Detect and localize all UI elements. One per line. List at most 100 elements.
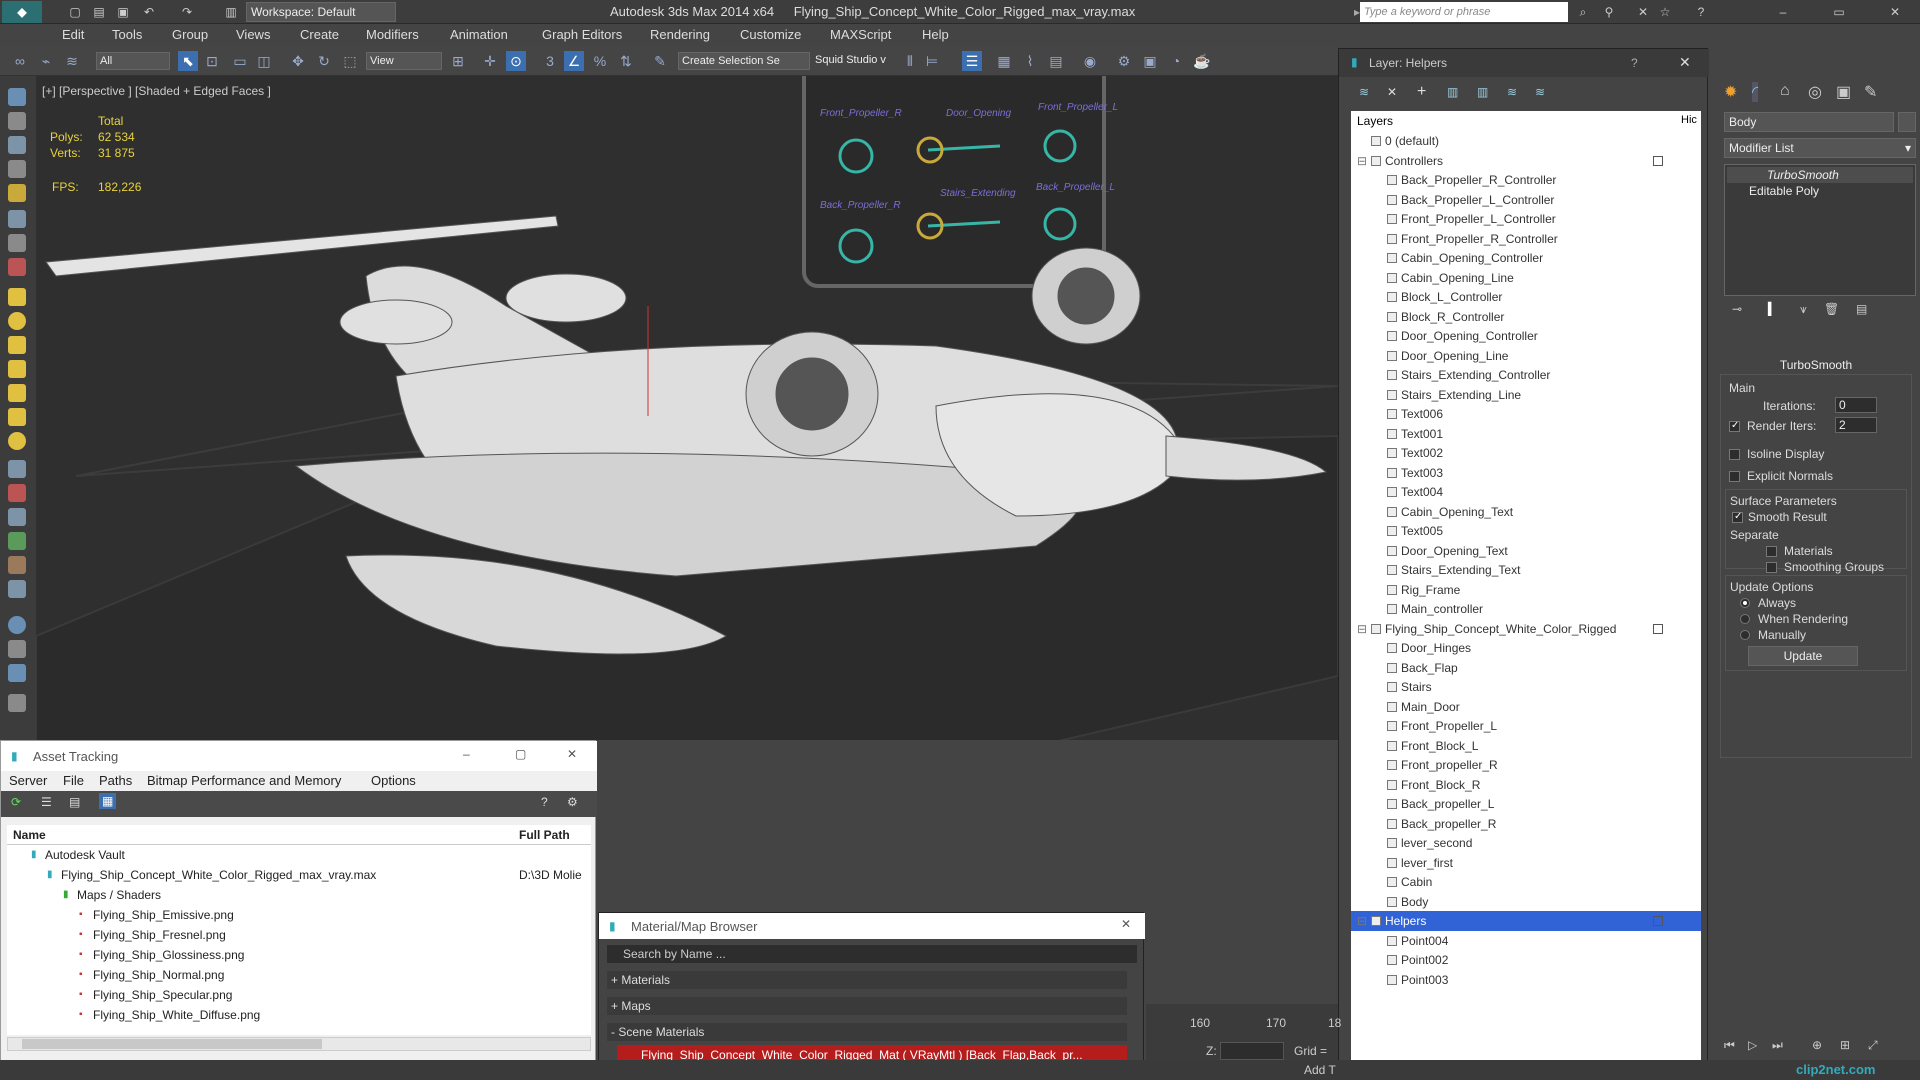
- snaps-toggle-icon[interactable]: 3: [540, 51, 560, 71]
- layer-row[interactable]: Cabin_Opening_Text: [1351, 502, 1701, 522]
- sphere-primitive-icon[interactable]: [8, 312, 26, 330]
- menu-customize[interactable]: Customize: [740, 27, 801, 42]
- undo-icon[interactable]: ↶: [140, 3, 158, 21]
- collapse-toggle-icon[interactable]: ⊟: [1357, 151, 1367, 171]
- explicit-normals-checkbox[interactable]: [1729, 471, 1740, 482]
- layer-close-icon[interactable]: ✕: [1679, 54, 1691, 71]
- edit-named-selection-icon[interactable]: ✎: [650, 51, 670, 71]
- layer-row[interactable]: Front_propeller_R: [1351, 755, 1701, 775]
- layer-row[interactable]: Stairs_Extending_Controller: [1351, 365, 1701, 385]
- play-icon[interactable]: ▷: [1748, 1038, 1757, 1052]
- isoline-display-checkbox[interactable]: [1729, 449, 1740, 460]
- layer-row[interactable]: Point004: [1351, 931, 1701, 951]
- layer-explorer-icon[interactable]: ☰: [962, 51, 982, 71]
- layer-row[interactable]: Main_Door: [1351, 697, 1701, 717]
- squid-studio-menu[interactable]: Squid Studio v: [812, 52, 896, 70]
- project-folder-icon[interactable]: ▥: [222, 3, 240, 21]
- asset-menu-server[interactable]: Server: [9, 773, 47, 788]
- scale-icon[interactable]: ⬚: [340, 51, 360, 71]
- remove-modifier-icon[interactable]: 🗑: [1824, 302, 1839, 316]
- menu-create[interactable]: Create: [300, 27, 339, 42]
- asset-menu-options[interactable]: Options: [371, 773, 416, 788]
- object-name-field[interactable]: Body: [1724, 112, 1894, 132]
- asset-row[interactable]: ▮ Flying_Ship_Concept_White_Color_Rigged_…: [7, 865, 591, 885]
- reference-coordinate-dropdown[interactable]: View: [366, 52, 442, 70]
- layer-row[interactable]: Text003: [1351, 463, 1701, 483]
- maps-section[interactable]: + Maps: [607, 997, 1127, 1015]
- hierarchy-tab-icon[interactable]: ⌂: [1780, 82, 1790, 100]
- layer-row[interactable]: Main_controller: [1351, 599, 1701, 619]
- tool-icon-8[interactable]: [8, 258, 26, 276]
- zoom-all-icon[interactable]: ⊞: [1840, 1038, 1850, 1052]
- layer-row[interactable]: Stairs_Extending_Line: [1351, 385, 1701, 405]
- layer-freeze-all-icon[interactable]: ≋: [1535, 85, 1545, 99]
- layer-create-icon[interactable]: +: [1417, 83, 1426, 101]
- pin-stack-icon[interactable]: ⊸: [1732, 302, 1742, 316]
- layer-row[interactable]: Rig_Frame: [1351, 580, 1701, 600]
- materials-section[interactable]: + Materials: [607, 971, 1127, 989]
- layer-row[interactable]: Text004: [1351, 482, 1701, 502]
- toggle-ribbon-icon[interactable]: ▦: [994, 51, 1014, 71]
- layer-row[interactable]: lever_second: [1351, 833, 1701, 853]
- asset-col-name[interactable]: Name: [13, 825, 46, 845]
- layer-column-name[interactable]: Layers: [1357, 114, 1393, 128]
- layer-row[interactable]: Text006: [1351, 404, 1701, 424]
- smooth-result-checkbox[interactable]: [1732, 511, 1743, 523]
- render-production-icon[interactable]: ◔: [1166, 51, 1186, 71]
- menu-modifiers[interactable]: Modifiers: [366, 27, 419, 42]
- modify-tab-icon[interactable]: ◜: [1752, 82, 1759, 102]
- layer-row[interactable]: Door_Opening_Text: [1351, 541, 1701, 561]
- render-setup-icon[interactable]: ⚙: [1114, 51, 1134, 71]
- layer-row[interactable]: 0 (default): [1351, 131, 1701, 151]
- when-rendering-radio[interactable]: [1740, 614, 1750, 624]
- layer-row[interactable]: Front_Propeller_L_Controller: [1351, 209, 1701, 229]
- always-radio[interactable]: [1740, 598, 1750, 608]
- settings-icon[interactable]: ⚙: [567, 795, 578, 809]
- asset-horizontal-scrollbar[interactable]: [7, 1037, 591, 1051]
- asset-row[interactable]: ▪ Flying_Ship_Normal.png: [7, 965, 591, 985]
- render-iters-spinner[interactable]: 2: [1835, 417, 1877, 433]
- layer-row[interactable]: Door_Opening_Line: [1351, 346, 1701, 366]
- asset-menu-bitmap[interactable]: Bitmap Performance and Memory: [147, 773, 341, 788]
- asset-row[interactable]: ▪ Flying_Ship_Emissive.png: [7, 905, 591, 925]
- render-teapot-icon[interactable]: ☕: [1192, 51, 1212, 71]
- iterations-spinner[interactable]: 0: [1835, 397, 1877, 413]
- torus-primitive-icon[interactable]: [8, 360, 26, 378]
- layer-row[interactable]: Back_Flap: [1351, 658, 1701, 678]
- menu-tools[interactable]: Tools: [112, 27, 142, 42]
- tool-icon-21[interactable]: [8, 580, 26, 598]
- asset-col-path[interactable]: Full Path: [519, 825, 570, 845]
- z-coord-input[interactable]: [1220, 1042, 1284, 1060]
- menu-animation[interactable]: Animation: [450, 27, 508, 42]
- make-unique-icon[interactable]: ⩛: [1800, 302, 1807, 317]
- menu-maxscript[interactable]: MAXScript: [830, 27, 891, 42]
- create-tab-icon[interactable]: ✹: [1724, 82, 1737, 102]
- menu-views[interactable]: Views: [236, 27, 270, 42]
- tool-icon-22[interactable]: [8, 616, 26, 634]
- geosphere-primitive-icon[interactable]: [8, 408, 26, 426]
- minimize-window-icon[interactable]: –: [1774, 3, 1792, 21]
- layer-group-row[interactable]: ⊟ Controllers: [1351, 151, 1701, 171]
- layer-add-icon[interactable]: ≋: [1359, 85, 1369, 99]
- hide-toggle-icon[interactable]: [1653, 916, 1663, 926]
- selection-filter-dropdown[interactable]: All: [96, 52, 170, 70]
- list-view-icon[interactable]: ☰: [41, 795, 52, 809]
- layer-highlight-icon[interactable]: ▥: [1477, 85, 1488, 99]
- percent-snap-icon[interactable]: %: [590, 51, 610, 71]
- collapse-toggle-icon[interactable]: ⊟: [1357, 911, 1367, 931]
- layer-row[interactable]: Text001: [1351, 424, 1701, 444]
- asset-scroll-thumb[interactable]: [22, 1039, 322, 1049]
- tool-icon-2[interactable]: [8, 112, 26, 130]
- layer-row[interactable]: Front_Propeller_R_Controller: [1351, 229, 1701, 249]
- curve-editor-icon[interactable]: ⌇: [1020, 51, 1040, 71]
- named-selection-set-dropdown[interactable]: Create Selection Se: [678, 52, 810, 70]
- layer-delete-icon[interactable]: ✕: [1387, 85, 1397, 99]
- layer-row[interactable]: Back_Propeller_R_Controller: [1351, 170, 1701, 190]
- layer-column-hide[interactable]: Hic: [1681, 114, 1697, 126]
- layer-row[interactable]: Front_Block_R: [1351, 775, 1701, 795]
- tool-icon-25[interactable]: [8, 694, 26, 712]
- material-search-input[interactable]: Search by Name ...: [607, 945, 1137, 963]
- rendered-frame-window-icon[interactable]: ▣: [1140, 51, 1160, 71]
- tool-icon-24[interactable]: [8, 664, 26, 682]
- zoom-icon[interactable]: ⊕: [1812, 1038, 1822, 1052]
